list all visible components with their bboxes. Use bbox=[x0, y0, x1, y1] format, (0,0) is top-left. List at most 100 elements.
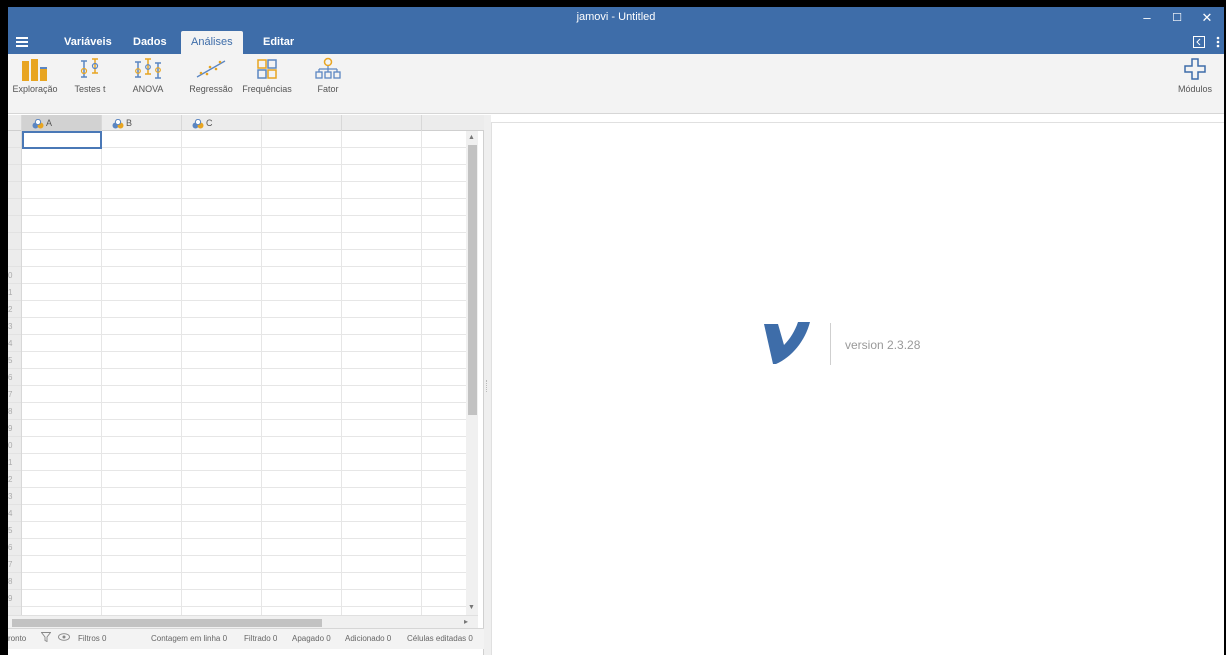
scroll-up-icon[interactable]: ▲ bbox=[468, 134, 475, 141]
horizontal-scrollbar[interactable]: ▸ bbox=[8, 615, 478, 628]
row-number[interactable]: 3 bbox=[8, 318, 21, 335]
row-number[interactable] bbox=[8, 216, 21, 233]
ttest-button[interactable]: Testes t bbox=[68, 57, 112, 111]
logo-divider bbox=[830, 323, 831, 365]
ttest-icon bbox=[80, 58, 99, 78]
results-pane: version 2.3.28 bbox=[491, 122, 1224, 655]
regression-label: Regressão bbox=[189, 84, 233, 94]
vertical-scrollbar[interactable]: ▲ ▼ bbox=[466, 131, 478, 615]
column-header-c[interactable]: C bbox=[182, 115, 262, 131]
row-number[interactable] bbox=[8, 250, 21, 267]
tab-analises[interactable]: Análises bbox=[181, 31, 243, 54]
close-button[interactable]: ✕ bbox=[1194, 8, 1220, 28]
row-number[interactable]: 6 bbox=[8, 539, 21, 556]
row-number[interactable]: 1 bbox=[8, 454, 21, 471]
row-number[interactable]: 6 bbox=[8, 369, 21, 386]
status-ready: ronto bbox=[8, 634, 27, 643]
row-number[interactable] bbox=[8, 165, 21, 182]
row-number[interactable]: 4 bbox=[8, 505, 21, 522]
tab-editar[interactable]: Editar bbox=[253, 31, 304, 54]
menu-right-icons bbox=[1192, 34, 1220, 52]
row-number[interactable]: 2 bbox=[8, 301, 21, 318]
jamovi-window: jamovi - Untitled – ☐ ✕ Variáveis Dados … bbox=[8, 7, 1224, 655]
corner-cell[interactable] bbox=[8, 115, 22, 131]
column-header-empty[interactable] bbox=[262, 115, 342, 131]
nominal-variable-icon bbox=[32, 118, 44, 129]
title-bar: jamovi - Untitled – ☐ ✕ bbox=[8, 7, 1224, 31]
analysis-ribbon: Exploração Testes t ANOVA Regressão Freq… bbox=[8, 54, 1224, 114]
row-number[interactable]: 5 bbox=[8, 352, 21, 369]
vertical-scroll-thumb[interactable] bbox=[468, 145, 477, 415]
row-number[interactable]: 7 bbox=[8, 386, 21, 403]
regression-button[interactable]: Regressão bbox=[186, 57, 236, 111]
eye-icon[interactable] bbox=[58, 633, 70, 641]
column-header-empty[interactable] bbox=[422, 115, 484, 131]
frequencies-button[interactable]: Frequências bbox=[239, 57, 295, 111]
row-number[interactable] bbox=[8, 182, 21, 199]
exploration-button[interactable]: Exploração bbox=[10, 57, 60, 111]
row-number[interactable]: 9 bbox=[8, 590, 21, 607]
column-header-b-label: B bbox=[126, 118, 133, 128]
selected-cell[interactable] bbox=[22, 131, 102, 149]
row-number[interactable]: 2 bbox=[8, 471, 21, 488]
menu-bar: Variáveis Dados Análises Editar bbox=[8, 31, 1224, 54]
factor-icon bbox=[315, 57, 341, 79]
column-header-b[interactable]: B bbox=[102, 115, 182, 131]
filter-icon[interactable] bbox=[41, 632, 51, 642]
ttest-label: Testes t bbox=[74, 84, 106, 94]
row-number[interactable] bbox=[8, 131, 21, 148]
regression-icon bbox=[196, 60, 226, 78]
row-number[interactable]: 7 bbox=[8, 556, 21, 573]
splitter-grip-icon[interactable] bbox=[486, 380, 489, 392]
frequencies-label: Frequências bbox=[242, 84, 292, 94]
modules-button[interactable]: Módulos bbox=[1172, 57, 1218, 111]
status-added: Adicionado 0 bbox=[345, 634, 392, 643]
column-header-empty[interactable] bbox=[342, 115, 422, 131]
nominal-variable-icon bbox=[192, 118, 204, 129]
anova-icon bbox=[135, 58, 161, 79]
modules-label: Módulos bbox=[1177, 84, 1213, 94]
row-number[interactable]: 9 bbox=[8, 420, 21, 437]
maximize-button[interactable]: ☐ bbox=[1164, 8, 1190, 28]
frequencies-icon bbox=[257, 59, 277, 79]
row-number[interactable]: 0 bbox=[8, 437, 21, 454]
tab-dados[interactable]: Dados bbox=[123, 31, 177, 54]
row-number[interactable]: 0 bbox=[8, 267, 21, 284]
tab-variaveis[interactable]: Variáveis bbox=[54, 31, 122, 54]
data-cells[interactable] bbox=[22, 131, 466, 615]
column-header-a[interactable]: A bbox=[22, 115, 102, 131]
row-number[interactable]: 3 bbox=[8, 488, 21, 505]
horizontal-scroll-thumb[interactable] bbox=[12, 619, 322, 627]
status-deleted: Apagado 0 bbox=[292, 634, 331, 643]
column-header-c-label: C bbox=[206, 118, 213, 128]
layout-toggle-icon[interactable] bbox=[1192, 35, 1205, 48]
anova-label: ANOVA bbox=[132, 84, 164, 94]
row-number[interactable] bbox=[8, 199, 21, 216]
row-number[interactable]: 5 bbox=[8, 522, 21, 539]
spreadsheet-pane: A B C 01234567890123456789 ▲ ▼ ▸ ronto F… bbox=[8, 115, 484, 655]
row-number[interactable]: 8 bbox=[8, 403, 21, 420]
pane-splitter[interactable] bbox=[484, 115, 491, 655]
row-number[interactable] bbox=[8, 233, 21, 250]
minimize-button[interactable]: – bbox=[1134, 8, 1160, 28]
column-header-a-label: A bbox=[46, 118, 53, 128]
hamburger-menu-icon[interactable] bbox=[12, 34, 34, 50]
row-number[interactable]: 4 bbox=[8, 335, 21, 352]
row-number[interactable]: 1 bbox=[8, 284, 21, 301]
factor-button[interactable]: Fator bbox=[308, 57, 348, 111]
row-number[interactable]: 8 bbox=[8, 573, 21, 590]
nominal-variable-icon bbox=[112, 118, 124, 129]
row-number[interactable] bbox=[8, 148, 21, 165]
scroll-right-icon[interactable]: ▸ bbox=[464, 617, 468, 626]
jamovi-logo bbox=[764, 322, 810, 364]
exploration-label: Exploração bbox=[12, 84, 58, 94]
factor-label: Fator bbox=[317, 84, 339, 94]
scroll-down-icon[interactable]: ▼ bbox=[468, 604, 475, 611]
anova-button[interactable]: ANOVA bbox=[126, 57, 170, 111]
status-edited: Células editadas 0 bbox=[407, 634, 473, 643]
exploration-icon bbox=[22, 59, 47, 81]
row-number-column: 01234567890123456789 bbox=[8, 131, 22, 615]
more-options-icon[interactable] bbox=[1216, 36, 1220, 48]
status-filtered: Filtrado 0 bbox=[244, 634, 278, 643]
status-filters: Filtros 0 bbox=[78, 634, 107, 643]
